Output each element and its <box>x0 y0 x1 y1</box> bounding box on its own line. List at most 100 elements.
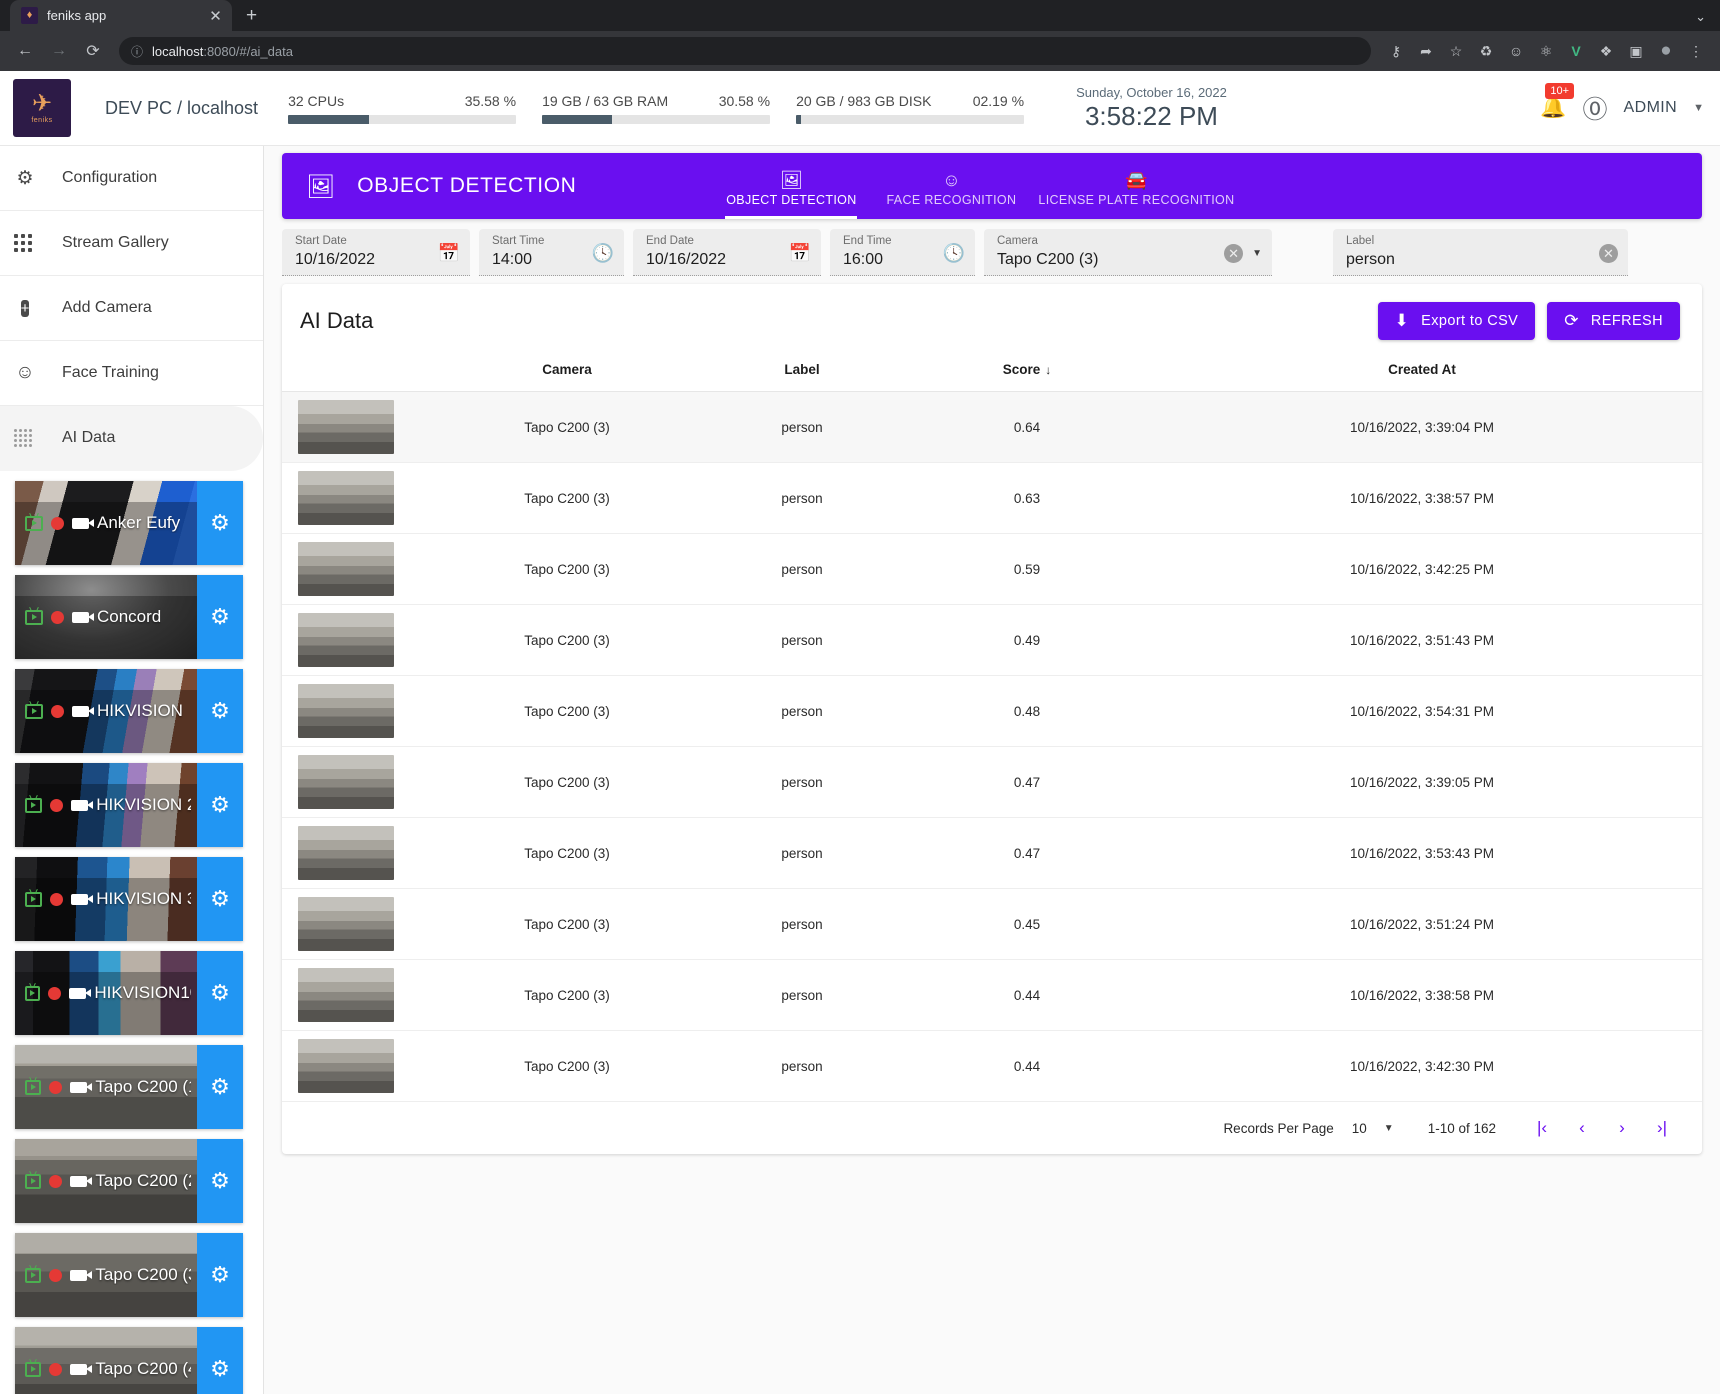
export-to-csv-button[interactable]: ⬇ Export to CSV <box>1377 302 1536 340</box>
chrome-menu-icon[interactable]: ⋮ <box>1682 37 1710 65</box>
clear-label-icon[interactable]: ✕ <box>1599 244 1618 263</box>
calendar-icon[interactable]: 📅 <box>438 243 460 264</box>
forward-button[interactable]: → <box>44 36 74 66</box>
camera-settings-gear-icon[interactable]: ⚙ <box>197 763 243 847</box>
calendar-icon[interactable]: 📅 <box>789 243 811 264</box>
row-camera: Tapo C200 (3) <box>442 391 692 463</box>
camera-settings-gear-icon[interactable]: ⚙ <box>197 1233 243 1317</box>
next-page-button[interactable]: › <box>1602 1118 1642 1138</box>
camera-settings-gear-icon[interactable]: ⚙ <box>197 1045 243 1129</box>
page-range-label: 1-10 of 162 <box>1427 1120 1496 1136</box>
reload-button[interactable]: ⟳ <box>78 36 108 66</box>
window-menu-icon[interactable]: ⌄ <box>1695 9 1706 25</box>
camera-card[interactable]: HIKVISION 3 ⚙ <box>15 857 243 941</box>
refresh-button[interactable]: ⟳ REFRESH <box>1547 302 1680 340</box>
camera-settings-gear-icon[interactable]: ⚙ <box>197 669 243 753</box>
row-label: person <box>692 959 912 1031</box>
table-row[interactable]: Tapo C200 (3) person 0.44 10/16/2022, 3:… <box>282 1030 1702 1102</box>
address-bar[interactable]: ⓘ localhost:8080/#/ai_data <box>119 37 1371 65</box>
new-tab-button[interactable]: + <box>246 5 257 27</box>
last-page-button[interactable]: ›| <box>1642 1118 1682 1138</box>
avatar-icon[interactable]: ⓪ <box>1583 90 1608 126</box>
camera-settings-gear-icon[interactable]: ⚙ <box>197 575 243 659</box>
end-time-field[interactable]: End Time 16:00 🕓 <box>830 229 975 276</box>
row-thumbnail-cell[interactable] <box>282 959 442 1031</box>
tab-face-recognition[interactable]: ☺ FACE RECOGNITION <box>871 153 1031 219</box>
camera-list: Anker Eufy ⚙ Concord ⚙ HIKVISION ⚙ HIKVI… <box>0 471 263 1394</box>
column-created-at[interactable]: Created At <box>1142 352 1702 392</box>
camera-card[interactable]: HIKVISION ⚙ <box>15 669 243 753</box>
previous-page-button[interactable]: ‹ <box>1562 1118 1602 1138</box>
column-label[interactable]: Label <box>692 352 912 392</box>
column-camera[interactable]: Camera <box>442 352 692 392</box>
row-thumbnail-cell[interactable] <box>282 462 442 534</box>
label-filter-field[interactable]: Label person ✕ <box>1333 229 1628 276</box>
camera-settings-gear-icon[interactable]: ⚙ <box>197 857 243 941</box>
camera-card[interactable]: Tapo C200 (1) ⚙ <box>15 1045 243 1129</box>
sidebar-item-stream-gallery[interactable]: Stream Gallery <box>0 211 263 276</box>
react-devtools-icon[interactable]: ⚛ <box>1532 37 1560 65</box>
clock-icon[interactable]: 🕓 <box>943 243 965 264</box>
table-row[interactable]: Tapo C200 (3) person 0.45 10/16/2022, 3:… <box>282 888 1702 960</box>
password-key-icon[interactable]: ⚷ <box>1382 37 1410 65</box>
sidebar-item-face-training[interactable]: ☺ Face Training <box>0 341 263 406</box>
tab-object-detection[interactable]: 🖼 OBJECT DETECTION <box>711 153 871 219</box>
browser-tab[interactable]: ♦ feniks app ✕ <box>10 0 232 31</box>
site-info-icon[interactable]: ⓘ <box>131 43 143 60</box>
clear-camera-icon[interactable]: ✕ <box>1224 244 1244 263</box>
puzzle-extensions-icon[interactable]: ❖ <box>1592 37 1620 65</box>
row-thumbnail-cell[interactable] <box>282 533 442 605</box>
first-page-button[interactable]: |‹ <box>1522 1118 1562 1138</box>
camera-settings-gear-icon[interactable]: ⚙ <box>197 1139 243 1223</box>
notifications-button[interactable]: 🔔 10+ <box>1540 83 1575 120</box>
start-date-field[interactable]: Start Date 10/16/2022 📅 <box>282 229 470 276</box>
sidebar-item-ai-data[interactable]: AI Data <box>0 406 263 471</box>
row-thumbnail-cell[interactable] <box>282 675 442 747</box>
row-thumbnail-cell[interactable] <box>282 604 442 676</box>
chevron-down-icon[interactable]: ▼ <box>1693 102 1704 114</box>
table-row[interactable]: Tapo C200 (3) person 0.59 10/16/2022, 3:… <box>282 533 1702 605</box>
row-thumbnail-cell[interactable] <box>282 888 442 960</box>
sidebar-item-add-camera[interactable]: + Add Camera <box>0 276 263 341</box>
sidebar-item-configuration[interactable]: ⚙ Configuration <box>0 146 263 211</box>
tab-license-plate-recognition[interactable]: 🚘 LICENSE PLATE RECOGNITION <box>1031 153 1241 219</box>
table-row[interactable]: Tapo C200 (3) person 0.48 10/16/2022, 3:… <box>282 675 1702 747</box>
share-icon[interactable]: ➦ <box>1412 37 1440 65</box>
end-date-field[interactable]: End Date 10/16/2022 📅 <box>633 229 821 276</box>
bookmark-star-icon[interactable]: ☆ <box>1442 37 1470 65</box>
table-row[interactable]: Tapo C200 (3) person 0.47 10/16/2022, 3:… <box>282 746 1702 818</box>
camera-card[interactable]: Concord ⚙ <box>15 575 243 659</box>
records-per-page-select[interactable]: 10 ▼ <box>1352 1121 1394 1136</box>
camera-select-field[interactable]: Camera Tapo C200 (3) ✕ ▼ <box>984 229 1272 276</box>
camera-settings-gear-icon[interactable]: ⚙ <box>197 951 243 1035</box>
clock-icon[interactable]: 🕓 <box>592 243 614 264</box>
start-time-field[interactable]: Start Time 14:00 🕓 <box>479 229 624 276</box>
chevron-down-icon[interactable]: ▼ <box>1252 248 1262 259</box>
camera-card[interactable]: Tapo C200 (2) ⚙ <box>15 1139 243 1223</box>
profile-avatar-icon[interactable]: ● <box>1652 37 1680 65</box>
table-row[interactable]: Tapo C200 (3) person 0.44 10/16/2022, 3:… <box>282 959 1702 1031</box>
row-thumbnail-cell[interactable] <box>282 817 442 889</box>
table-row[interactable]: Tapo C200 (3) person 0.63 10/16/2022, 3:… <box>282 462 1702 534</box>
smiley-icon[interactable]: ☺ <box>1502 37 1530 65</box>
row-thumbnail-cell[interactable] <box>282 1030 442 1102</box>
vue-devtools-icon[interactable]: V <box>1562 37 1590 65</box>
camera-settings-gear-icon[interactable]: ⚙ <box>197 481 243 565</box>
camera-settings-gear-icon[interactable]: ⚙ <box>197 1327 243 1394</box>
table-row[interactable]: Tapo C200 (3) person 0.49 10/16/2022, 3:… <box>282 604 1702 676</box>
column-score[interactable]: Score ↓ <box>912 352 1142 392</box>
table-row[interactable]: Tapo C200 (3) person 0.47 10/16/2022, 3:… <box>282 817 1702 889</box>
sidebar-icon[interactable]: ▣ <box>1622 37 1650 65</box>
camera-card[interactable]: Tapo C200 (3) ⚙ <box>15 1233 243 1317</box>
close-tab-icon[interactable]: ✕ <box>207 7 224 25</box>
camera-card[interactable]: HIKVISION10... ⚙ <box>15 951 243 1035</box>
table-row[interactable]: Tapo C200 (3) person 0.64 10/16/2022, 3:… <box>282 391 1702 463</box>
user-label[interactable]: ADMIN <box>1624 99 1678 117</box>
row-thumbnail-cell[interactable] <box>282 746 442 818</box>
row-thumbnail-cell[interactable] <box>282 391 442 463</box>
recycle-icon[interactable]: ♻ <box>1472 37 1500 65</box>
back-button[interactable]: ← <box>10 36 40 66</box>
camera-card[interactable]: Tapo C200 (4) ⚙ <box>15 1327 243 1394</box>
camera-card[interactable]: HIKVISION 2 ⚙ <box>15 763 243 847</box>
camera-card[interactable]: Anker Eufy ⚙ <box>15 481 243 565</box>
